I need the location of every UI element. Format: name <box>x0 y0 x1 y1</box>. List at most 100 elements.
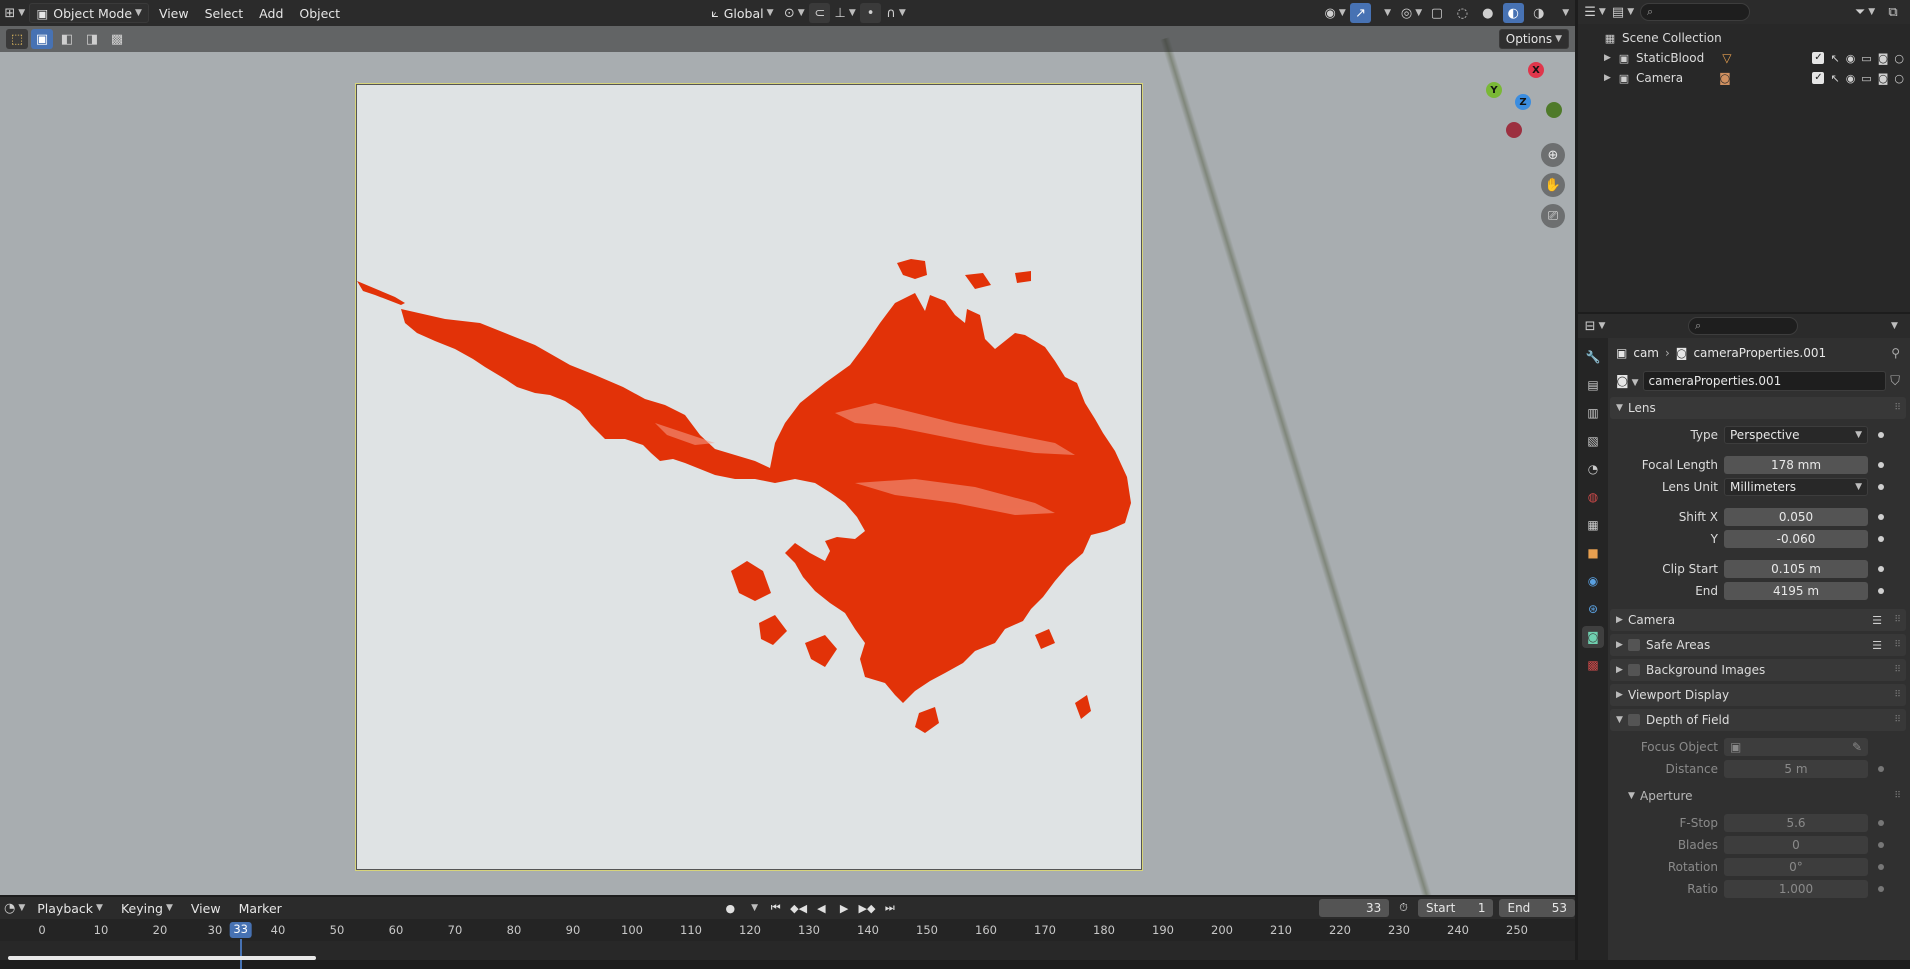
keyframe-dot[interactable] <box>1878 536 1884 542</box>
fstop-field[interactable]: 5.6 <box>1724 814 1868 832</box>
mode-dropdown[interactable]: ▣ Object Mode ▼ <box>29 3 149 23</box>
record-options-icon[interactable]: ▼ <box>745 899 762 917</box>
xray-icon[interactable]: ▢ <box>1426 3 1447 23</box>
keyframe-dot[interactable] <box>1878 864 1884 870</box>
exclude-checkbox[interactable]: ✓ <box>1812 71 1825 84</box>
keyframe-dot[interactable] <box>1878 566 1884 572</box>
menu-marker[interactable]: Marker <box>233 898 288 918</box>
overlays-icon[interactable]: ◎ ▼ <box>1401 3 1422 23</box>
eye-icon[interactable]: ◉ <box>1846 72 1856 85</box>
select-subtract-icon[interactable]: ◨ <box>81 29 103 49</box>
keyframe-dot[interactable] <box>1878 462 1884 468</box>
gizmo-dropdown-icon[interactable]: ▼ <box>1375 3 1396 23</box>
render-camera-icon[interactable]: ◙ <box>1878 52 1889 65</box>
output-tab-icon[interactable]: ▥ <box>1582 402 1604 424</box>
shift-y-field[interactable]: -0.060 <box>1724 530 1868 548</box>
keyframe-dot[interactable] <box>1878 842 1884 848</box>
clip-start-field[interactable]: 0.105 m <box>1724 560 1868 578</box>
pin-icon[interactable]: ⚲ <box>1891 346 1900 360</box>
render-camera-icon[interactable]: ◙ <box>1878 72 1889 85</box>
presets-list-icon[interactable]: ☰ <box>1872 639 1882 652</box>
drag-grip-icon[interactable]: ⠿ <box>1894 615 1901 625</box>
solid-shading-icon[interactable]: ● <box>1477 3 1498 23</box>
holdout-icon[interactable]: ○ <box>1894 52 1904 65</box>
shift-x-field[interactable]: 0.050 <box>1724 508 1868 526</box>
outliner-row-staticblood[interactable]: ▶ ▣ StaticBlood ▽ ✓ ↖ ◉ ▭ ◙ ○ <box>1578 48 1910 68</box>
filter-icon[interactable]: ⏷ ▼ <box>1854 2 1876 22</box>
outliner-row-camera[interactable]: ▶ ▣ Camera ◙ ✓ ↖ ◉ ▭ ◙ ○ <box>1578 68 1910 88</box>
menu-object[interactable]: Object <box>293 3 346 23</box>
drag-grip-icon[interactable]: ⠿ <box>1894 665 1901 675</box>
dof-panel-header[interactable]: ▼ Depth of Field ⠿ <box>1610 709 1906 731</box>
pivot-icon[interactable]: ⊙ ▼ <box>784 3 805 23</box>
gizmo-icon[interactable]: ↗ <box>1349 3 1372 23</box>
keyframe-dot[interactable] <box>1878 886 1884 892</box>
view-layer-tab-icon[interactable]: ▧ <box>1582 430 1604 452</box>
camera-datablock-icon[interactable]: ◙ ▼ <box>1616 374 1639 389</box>
select-new-icon[interactable]: ▣ <box>31 29 53 49</box>
gizmo-neg-x-axis[interactable] <box>1506 122 1522 138</box>
scene-collection-row[interactable]: ▦ Scene Collection <box>1578 28 1910 48</box>
expand-arrow-icon[interactable]: ▶ <box>1604 73 1616 83</box>
physics-tab-icon[interactable]: ◉ <box>1582 570 1604 592</box>
prev-keyframe-icon[interactable]: ◆◀ <box>790 899 807 917</box>
lens-unit-dropdown[interactable]: Millimeters ▼ <box>1724 478 1868 496</box>
viewport-icon[interactable]: ▭ <box>1861 52 1871 65</box>
new-collection-icon[interactable]: ⧉ <box>1882 2 1904 22</box>
editor-type-icon[interactable]: ⊞ ▼ <box>4 3 25 23</box>
play-icon[interactable]: ▶ <box>836 899 853 917</box>
properties-options-icon[interactable]: ▼ <box>1882 316 1904 336</box>
drag-grip-icon[interactable]: ⠿ <box>1894 403 1901 413</box>
selectable-icon[interactable]: ↖ <box>1830 72 1839 85</box>
menu-keying[interactable]: Keying ▼ <box>115 898 179 918</box>
timeline-ruler[interactable]: 0 10 20 40 50 60 70 80 90 100 110 120 130 140 150 160 17… <box>0 919 1575 969</box>
camera-data-tab-icon[interactable]: ◙ <box>1582 626 1604 648</box>
select-invert-icon[interactable]: ▩ <box>106 29 128 49</box>
snap-target-icon[interactable]: ⊥ ▼ <box>834 3 856 23</box>
menu-timeline-view[interactable]: View <box>185 898 227 918</box>
lens-panel-header[interactable]: ▼ Lens ⠿ <box>1610 397 1906 419</box>
menu-add[interactable]: Add <box>253 3 289 23</box>
distance-field[interactable]: 5 m <box>1724 760 1868 778</box>
properties-editor-icon[interactable]: ⊟ ▼ <box>1584 316 1606 336</box>
rotation-field[interactable]: 0° <box>1724 858 1868 876</box>
drag-grip-icon[interactable]: ⠿ <box>1894 791 1901 801</box>
start-frame-field[interactable]: Start 1 <box>1417 899 1494 917</box>
object-tab-icon[interactable]: ■ <box>1582 542 1604 564</box>
clip-end-field[interactable]: 4195 m <box>1724 582 1868 600</box>
exclude-checkbox[interactable]: ✓ <box>1812 51 1825 64</box>
select-extend-icon[interactable]: ◧ <box>56 29 78 49</box>
3d-viewport[interactable]: ⊞ ▼ ▣ Object Mode ▼ View Select Add Object … <box>0 0 1575 895</box>
timeline-scrollbar[interactable] <box>8 956 316 960</box>
background-images-checkbox[interactable] <box>1628 664 1640 676</box>
keyframe-dot[interactable] <box>1878 484 1884 490</box>
menu-view[interactable]: View <box>153 3 195 23</box>
aperture-panel-header[interactable]: ▼ Aperture ⠿ <box>1610 785 1906 807</box>
presets-list-icon[interactable]: ☰ <box>1872 614 1882 627</box>
end-frame-field[interactable]: End 53 <box>1499 899 1575 917</box>
options-dropdown[interactable]: Options ▼ <box>1498 29 1569 49</box>
outliner-search-input[interactable]: ⌕ <box>1640 3 1750 21</box>
collection-tab-icon[interactable]: ▦ <box>1582 514 1604 536</box>
fake-user-shield-icon[interactable]: ⛉ <box>1890 374 1900 389</box>
selectable-icon[interactable]: ↖ <box>1830 52 1839 65</box>
drag-grip-icon[interactable]: ⠿ <box>1894 640 1901 650</box>
menu-playback[interactable]: Playback ▼ <box>31 898 109 918</box>
keyframe-dot[interactable] <box>1878 766 1884 772</box>
drag-grip-icon[interactable]: ⠿ <box>1894 690 1901 700</box>
pan-hand-icon[interactable]: ✋ <box>1541 173 1565 197</box>
viewport-display-panel-header[interactable]: ▶ Viewport Display ⠿ <box>1610 684 1906 706</box>
transform-orientation-dropdown[interactable]: ⟀ Global ▼ <box>705 3 779 23</box>
constraints-tab-icon[interactable]: ⊛ <box>1582 598 1604 620</box>
keyframe-dot[interactable] <box>1878 588 1884 594</box>
rendered-shading-icon[interactable]: ◑ <box>1528 3 1549 23</box>
wireframe-shading-icon[interactable]: ◌ <box>1452 3 1473 23</box>
display-mode-icon[interactable]: ▤ ▼ <box>1612 2 1634 22</box>
current-frame-field[interactable]: 33 <box>1319 899 1390 917</box>
datablock-name-field[interactable]: cameraProperties.001 <box>1642 371 1887 391</box>
ratio-field[interactable]: 1.000 <box>1724 880 1868 898</box>
outliner-editor-icon[interactable]: ☰ ▼ <box>1584 2 1606 22</box>
falloff-icon[interactable]: ∩ ▼ <box>885 3 906 23</box>
safe-areas-checkbox[interactable] <box>1628 639 1640 651</box>
timeline-editor-icon[interactable]: ◔ ▼ <box>4 898 25 918</box>
